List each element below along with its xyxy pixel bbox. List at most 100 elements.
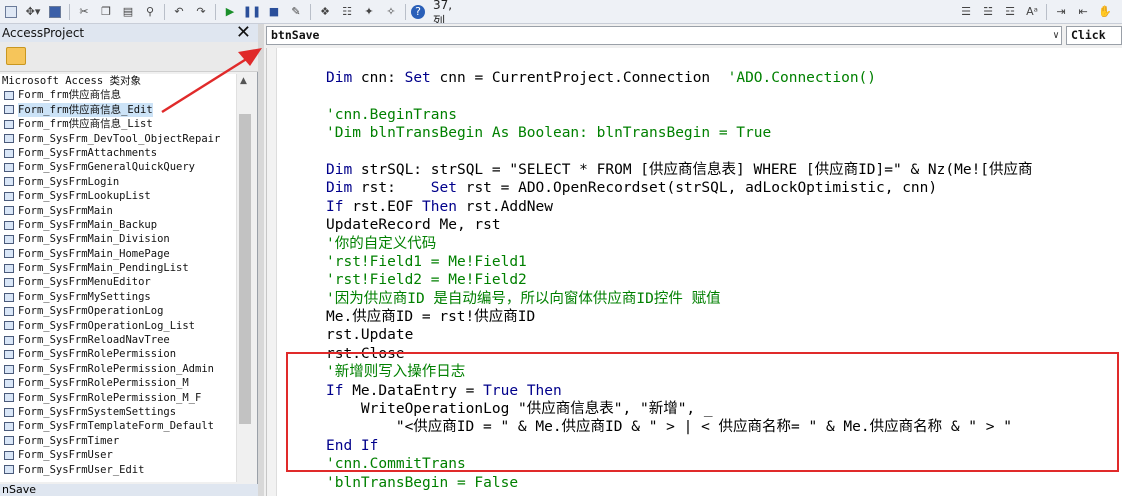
code-keyword: If bbox=[326, 198, 344, 215]
tree-item[interactable]: Form_frm供应商信息_List bbox=[0, 117, 236, 131]
code-lines[interactable]: Dim cnn: Set cnn = CurrentProject.Connec… bbox=[326, 69, 1033, 492]
tree-item[interactable]: Form_SysFrmGeneralQuickQuery bbox=[0, 160, 236, 174]
tree-item-label: Form_SysFrmOperationLog bbox=[18, 305, 164, 318]
code-line[interactable]: Dim rst: Set rst = ADO.OpenRecordset(str… bbox=[326, 179, 1033, 197]
tree-item[interactable]: Form_SysFrmAttachments bbox=[0, 146, 236, 160]
tree-item[interactable]: Form_SysFrmRolePermission_M_F bbox=[0, 391, 236, 405]
code-line[interactable]: 'cnn.BeginTrans bbox=[326, 106, 1033, 124]
find-icon[interactable]: ⚲ bbox=[141, 3, 159, 21]
code-line[interactable]: End If bbox=[326, 437, 1033, 455]
breakpoint-icon[interactable]: ✋ bbox=[1096, 3, 1114, 21]
code-line[interactable]: 'cnn.CommitTrans bbox=[326, 455, 1033, 473]
code-line[interactable]: 'Dim blnTransBegin As Boolean: blnTransB… bbox=[326, 124, 1033, 142]
reset-icon[interactable]: ■ bbox=[265, 3, 283, 21]
comment-block-icon[interactable]: ☴ bbox=[1118, 3, 1122, 21]
tree-item[interactable]: Form_SysFrmUser_Edit bbox=[0, 463, 236, 477]
chevron-down-icon[interactable]: ∨ bbox=[1053, 27, 1059, 44]
code-line[interactable]: Me.供应商ID = rst!供应商ID bbox=[326, 308, 1033, 326]
tree-item[interactable]: Form_SysFrmOperationLog bbox=[0, 304, 236, 318]
code-line[interactable]: 'rst!Field1 = Me!Field1 bbox=[326, 253, 1033, 271]
code-window[interactable]: Dim cnn: Set cnn = CurrentProject.Connec… bbox=[266, 48, 1122, 496]
tree-scrollbar[interactable]: ▲ bbox=[236, 74, 252, 482]
object-browser-icon[interactable]: ✦ bbox=[360, 3, 378, 21]
quick-info-icon[interactable]: ☲ bbox=[1001, 3, 1019, 21]
cut-icon[interactable]: ✂ bbox=[75, 3, 93, 21]
tree-item[interactable]: Form_SysFrmMySettings bbox=[0, 290, 236, 304]
tree-item[interactable]: Form_SysFrmMain_PendingList bbox=[0, 261, 236, 275]
tree-item[interactable]: Form_SysFrmUser bbox=[0, 448, 236, 462]
tree-item[interactable]: Form_frm供应商信息 bbox=[0, 88, 236, 102]
code-line[interactable]: WriteOperationLog "供应商信息表", "新增", _ bbox=[326, 400, 1033, 418]
list-constants-icon[interactable]: ☱ bbox=[979, 3, 997, 21]
run-icon[interactable]: ▶ bbox=[221, 3, 239, 21]
tree-item[interactable]: Form_SysFrmMenuEditor bbox=[0, 275, 236, 289]
tree-item[interactable]: Form_SysFrmReloadNavTree bbox=[0, 333, 236, 347]
code-line[interactable]: 'rst!Field2 = Me!Field2 bbox=[326, 271, 1033, 289]
tree-item[interactable]: Form_SysFrmMain bbox=[0, 204, 236, 218]
vba-editor-window: ✥▾ ✂ ❐ ▤ ⚲ ↶ ↷ ▶ ❚❚ ■ ✎ ❖ ☷ ✦ ✧ ? 行 37, … bbox=[0, 0, 1122, 496]
tree-item[interactable]: Form_SysFrmLookupList bbox=[0, 189, 236, 203]
form-icon bbox=[4, 422, 14, 432]
code-line[interactable]: rst.Close bbox=[326, 345, 1033, 363]
toggle-folders-icon[interactable] bbox=[6, 47, 26, 65]
undo-icon[interactable]: ↶ bbox=[170, 3, 188, 21]
form-icon bbox=[4, 91, 14, 101]
code-comment: 'rst!Field2 = Me!Field2 bbox=[326, 272, 527, 289]
tree-item[interactable]: Form_SysFrmMain_Division bbox=[0, 232, 236, 246]
code-line[interactable]: Dim strSQL: strSQL = "SELECT * FROM [供应商… bbox=[326, 161, 1033, 179]
toolbar-separator bbox=[310, 3, 311, 20]
code-line[interactable]: '因为供应商ID 是自动编号，所以向窗体供应商ID控件 赋值 bbox=[326, 290, 1033, 308]
toolbox-icon[interactable]: ✧ bbox=[382, 3, 400, 21]
code-line[interactable]: '你的自定义代码 bbox=[326, 235, 1033, 253]
indent-icon[interactable]: ⇥ bbox=[1052, 3, 1070, 21]
form-icon bbox=[4, 191, 14, 201]
copy-icon[interactable]: ❐ bbox=[97, 3, 115, 21]
tree-item[interactable]: Form_SysFrmMain_Backup bbox=[0, 218, 236, 232]
list-properties-icon[interactable]: ☰ bbox=[957, 3, 975, 21]
tree-item[interactable]: Form_SysFrmSystemSettings bbox=[0, 405, 236, 419]
code-line[interactable]: Dim cnn: Set cnn = CurrentProject.Connec… bbox=[326, 69, 1033, 87]
procedure-combo[interactable]: Click bbox=[1066, 26, 1122, 45]
outdent-icon[interactable]: ⇤ bbox=[1074, 3, 1092, 21]
code-line[interactable] bbox=[326, 87, 1033, 105]
tree-item[interactable]: Form_SysFrmLogin bbox=[0, 175, 236, 189]
tree-item[interactable]: Form_SysFrmTemplateForm_Default bbox=[0, 419, 236, 433]
help-icon[interactable]: ? bbox=[411, 4, 425, 19]
tree-item[interactable]: Form_frm供应商信息_Edit bbox=[0, 102, 236, 118]
break-icon[interactable]: ❚❚ bbox=[243, 3, 261, 21]
code-line[interactable] bbox=[326, 143, 1033, 161]
close-icon[interactable]: ✕ bbox=[236, 24, 251, 42]
save-icon[interactable] bbox=[46, 3, 64, 21]
project-tree[interactable]: Microsoft Access 类对象 Form_frm供应商信息 Form_f… bbox=[0, 74, 236, 482]
design-mode-icon[interactable]: ✎ bbox=[287, 3, 305, 21]
code-line[interactable]: 'blnTransBegin = False bbox=[326, 474, 1033, 492]
tree-folder-header[interactable]: Microsoft Access 类对象 bbox=[0, 74, 236, 88]
paste-icon[interactable]: ▤ bbox=[119, 3, 137, 21]
code-line[interactable]: If rst.EOF Then rst.AddNew bbox=[326, 198, 1033, 216]
code-line[interactable]: "<供应商ID = " & Me.供应商ID & " > | < 供应商名称= … bbox=[326, 418, 1033, 436]
tree-item[interactable]: Form_SysFrmTimer bbox=[0, 434, 236, 448]
tree-item[interactable]: Form_SysFrmRolePermission_M bbox=[0, 376, 236, 390]
tree-item[interactable]: Form_SysFrmMain_HomePage bbox=[0, 247, 236, 261]
parameter-info-icon[interactable]: Aᵃ bbox=[1023, 3, 1041, 21]
code-line[interactable]: If Me.DataEntry = True Then bbox=[326, 382, 1033, 400]
tree-item[interactable]: Form_SysFrmRolePermission bbox=[0, 347, 236, 361]
insert-module-icon[interactable]: ✥▾ bbox=[24, 3, 42, 21]
project-explorer-icon[interactable]: ❖ bbox=[316, 3, 334, 21]
tree-item[interactable]: Form_SysFrm_DevTool_ObjectRepair bbox=[0, 132, 236, 146]
scroll-up-icon[interactable]: ▲ bbox=[240, 76, 247, 86]
code-line[interactable]: UpdateRecord Me, rst bbox=[326, 216, 1033, 234]
tree-item[interactable]: Form_SysFrmOperationLog_List bbox=[0, 319, 236, 333]
redo-icon[interactable]: ↷ bbox=[192, 3, 210, 21]
scroll-thumb[interactable] bbox=[239, 114, 251, 424]
properties-icon[interactable]: ☷ bbox=[338, 3, 356, 21]
view-access-icon[interactable] bbox=[2, 3, 20, 21]
code-text: strSQL: strSQL = "SELECT * FROM [供应商信息表]… bbox=[352, 161, 1033, 178]
code-line[interactable]: rst.Update bbox=[326, 326, 1033, 344]
object-combo[interactable]: btnSave ∨ bbox=[266, 26, 1062, 45]
pane-splitter[interactable] bbox=[258, 24, 264, 496]
code-keyword: Dim bbox=[326, 161, 353, 178]
tree-item[interactable]: Form_SysFrmRolePermission_Admin bbox=[0, 362, 236, 376]
margin-indicator-bar[interactable] bbox=[267, 48, 277, 496]
code-line[interactable]: '新增则写入操作日志 bbox=[326, 363, 1033, 381]
